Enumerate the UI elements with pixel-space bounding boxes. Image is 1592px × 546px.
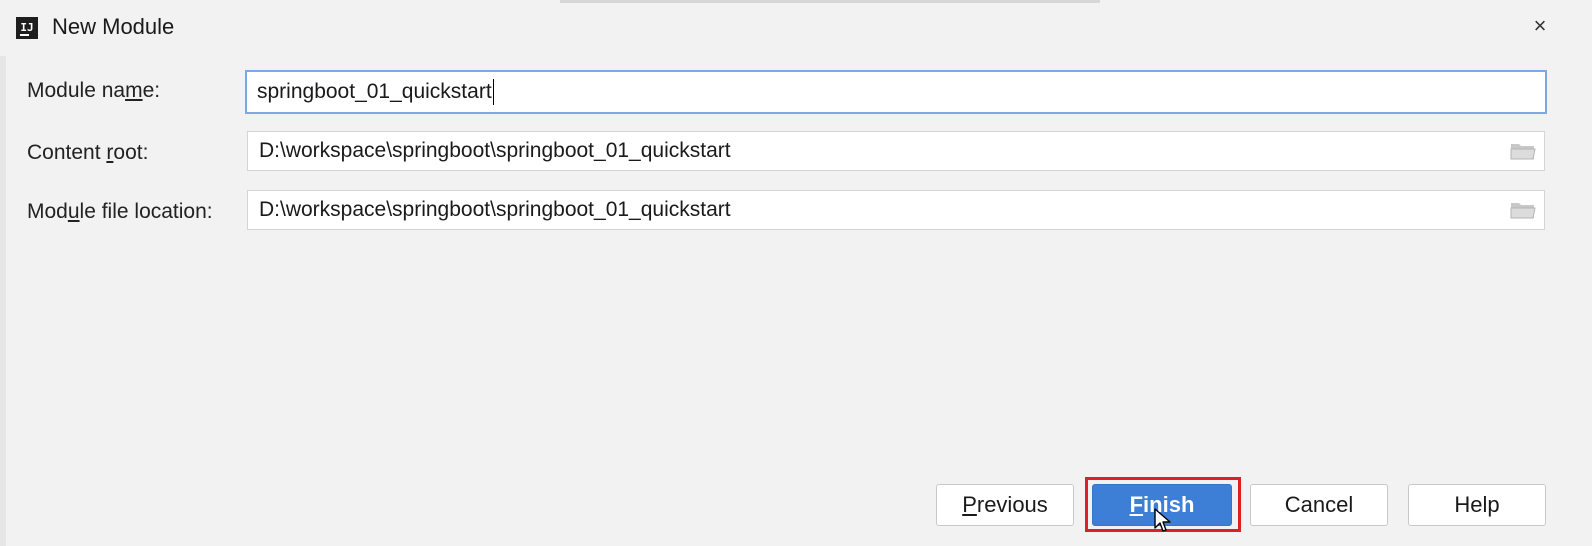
content-root-label: Content root: xyxy=(27,141,149,164)
folder-icon[interactable] xyxy=(1510,141,1536,161)
module-file-location-value: D:\workspace\springboot\springboot_01_qu… xyxy=(259,198,731,221)
module-name-label: Module name: xyxy=(27,79,161,102)
module-name-value: springboot_01_quickstart xyxy=(257,80,492,103)
content-root-value: D:\workspace\springboot\springboot_01_qu… xyxy=(259,139,731,162)
background-window-edge xyxy=(560,0,1100,3)
window-edge xyxy=(0,0,6,546)
cancel-button[interactable]: Cancel xyxy=(1250,484,1388,526)
new-module-dialog: IJ New Module × Module name: springboot_… xyxy=(0,0,1592,546)
title-bar: IJ New Module × xyxy=(0,0,1592,56)
close-icon: × xyxy=(1533,13,1547,38)
help-button[interactable]: Help xyxy=(1408,484,1546,526)
module-file-location-input[interactable]: D:\workspace\springboot\springboot_01_qu… xyxy=(247,190,1545,230)
folder-icon[interactable] xyxy=(1510,200,1536,220)
intellij-app-icon: IJ xyxy=(16,17,38,39)
content-root-input[interactable]: D:\workspace\springboot\springboot_01_qu… xyxy=(247,131,1545,171)
close-button[interactable]: × xyxy=(1520,8,1560,44)
text-caret xyxy=(492,79,494,106)
module-file-location-label: Module file location: xyxy=(27,200,213,223)
previous-button[interactable]: Previous xyxy=(936,484,1074,526)
dialog-title: New Module xyxy=(52,14,175,39)
module-name-input[interactable]: springboot_01_quickstart xyxy=(245,70,1547,114)
mouse-pointer-icon xyxy=(1154,508,1171,532)
